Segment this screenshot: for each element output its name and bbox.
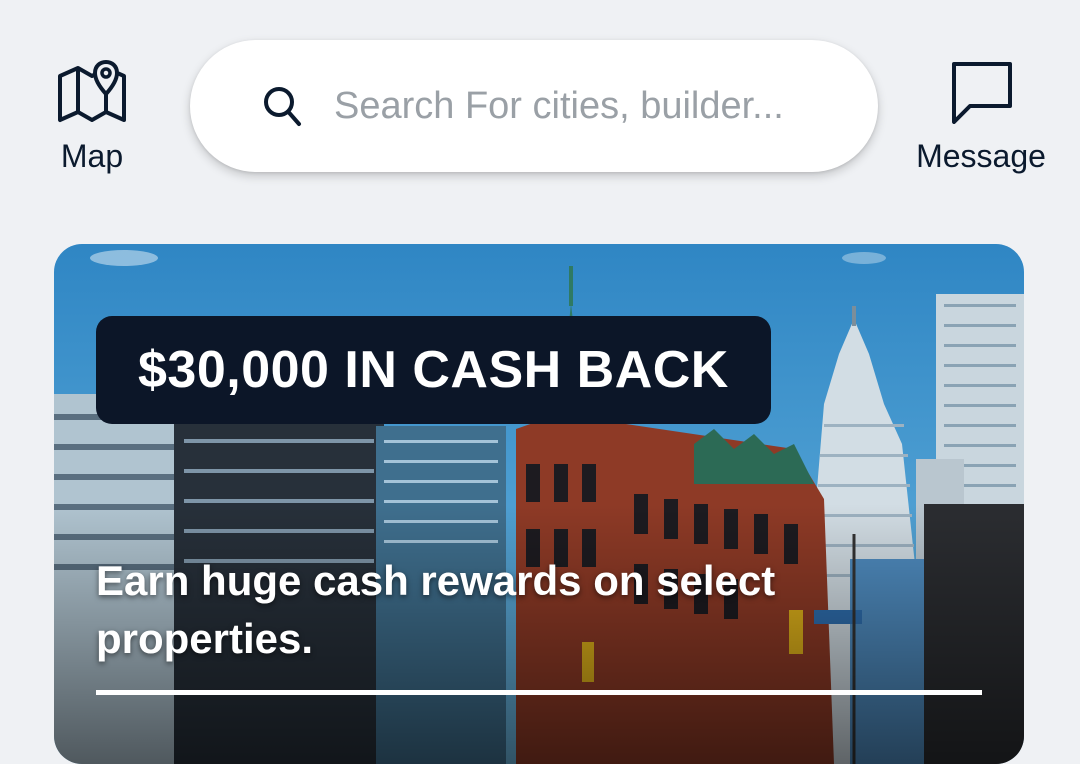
promo-card[interactable]: $30,000 IN CASH BACK Earn huge cash rewa… <box>54 244 1024 764</box>
cash-back-badge: $30,000 IN CASH BACK <box>96 316 771 424</box>
map-pin-icon <box>57 60 127 124</box>
search-icon <box>262 85 302 127</box>
search-input[interactable] <box>332 83 816 129</box>
chat-bubble-icon <box>948 60 1014 124</box>
map-label: Map <box>60 138 124 174</box>
caption-divider <box>96 690 982 695</box>
search-bar[interactable] <box>190 40 878 172</box>
message-button[interactable]: Message <box>906 60 1056 180</box>
message-label: Message <box>916 138 1046 174</box>
promo-caption: Earn huge cash rewards on select propert… <box>96 557 776 662</box>
map-button[interactable]: Map <box>44 60 140 180</box>
